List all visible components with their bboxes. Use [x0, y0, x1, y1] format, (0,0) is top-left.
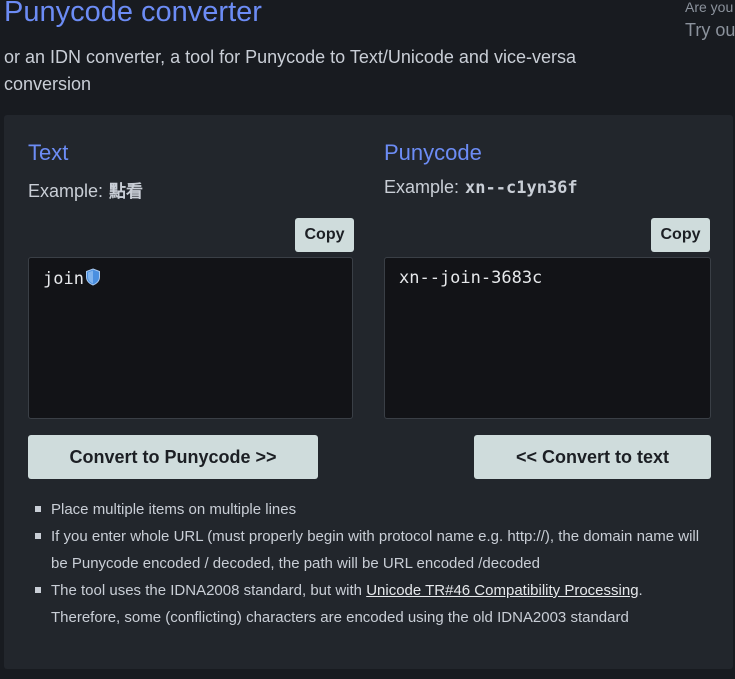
text-input[interactable]: join — [28, 257, 353, 419]
bullet-icon — [35, 587, 41, 593]
side-note-small: Are you — [685, 0, 734, 15]
list-item: Place multiple items on multiple lines — [35, 496, 711, 523]
text-column-title: Text — [28, 140, 69, 165]
side-note-link[interactable]: Try ou — [685, 20, 735, 41]
converter-panel: Text Example: 點看 Copy join Punycode Examp… — [4, 115, 733, 669]
punycode-example: Example: xn--c1yn36f — [384, 177, 578, 198]
shield-icon — [85, 268, 101, 291]
page-subtitle: or an IDN converter, a tool for Punycode… — [4, 47, 576, 94]
list-item: The tool uses the IDNA2008 standard, but… — [35, 577, 711, 631]
punycode-example-label: Example: — [384, 177, 460, 197]
notes-list: Place multiple items on multiple lines I… — [35, 496, 711, 631]
text-example-value: 點看 — [109, 182, 144, 202]
bullet-icon — [35, 533, 41, 539]
note-text-before: The tool uses the IDNA2008 standard, but… — [51, 582, 367, 599]
note-text: If you enter whole URL (must properly be… — [51, 528, 700, 572]
copy-text-button[interactable]: Copy — [295, 218, 354, 252]
copy-punycode-button[interactable]: Copy — [651, 218, 710, 252]
list-item: If you enter whole URL (must properly be… — [35, 523, 711, 577]
side-note: Are you Try ou — [685, 0, 735, 41]
text-input-value: join — [43, 269, 84, 289]
punycode-input[interactable]: xn--join-3683c — [384, 257, 711, 419]
note-text: Place multiple items on multiple lines — [51, 501, 297, 518]
punycode-column-title: Punycode — [384, 140, 482, 165]
convert-to-punycode-button[interactable]: Convert to Punycode >> — [28, 435, 318, 479]
punycode-example-value: xn--c1yn36f — [465, 178, 578, 198]
text-example: Example: 點看 — [28, 177, 143, 202]
punycode-input-value: xn--join-3683c — [399, 268, 543, 288]
unicode-tr46-link[interactable]: Unicode TR#46 Compatibility Processing — [366, 582, 638, 599]
text-example-label: Example: — [28, 181, 104, 201]
convert-to-text-button[interactable]: << Convert to text — [474, 435, 711, 479]
page-title: Punycode converter — [4, 0, 262, 28]
bullet-icon — [35, 506, 41, 512]
